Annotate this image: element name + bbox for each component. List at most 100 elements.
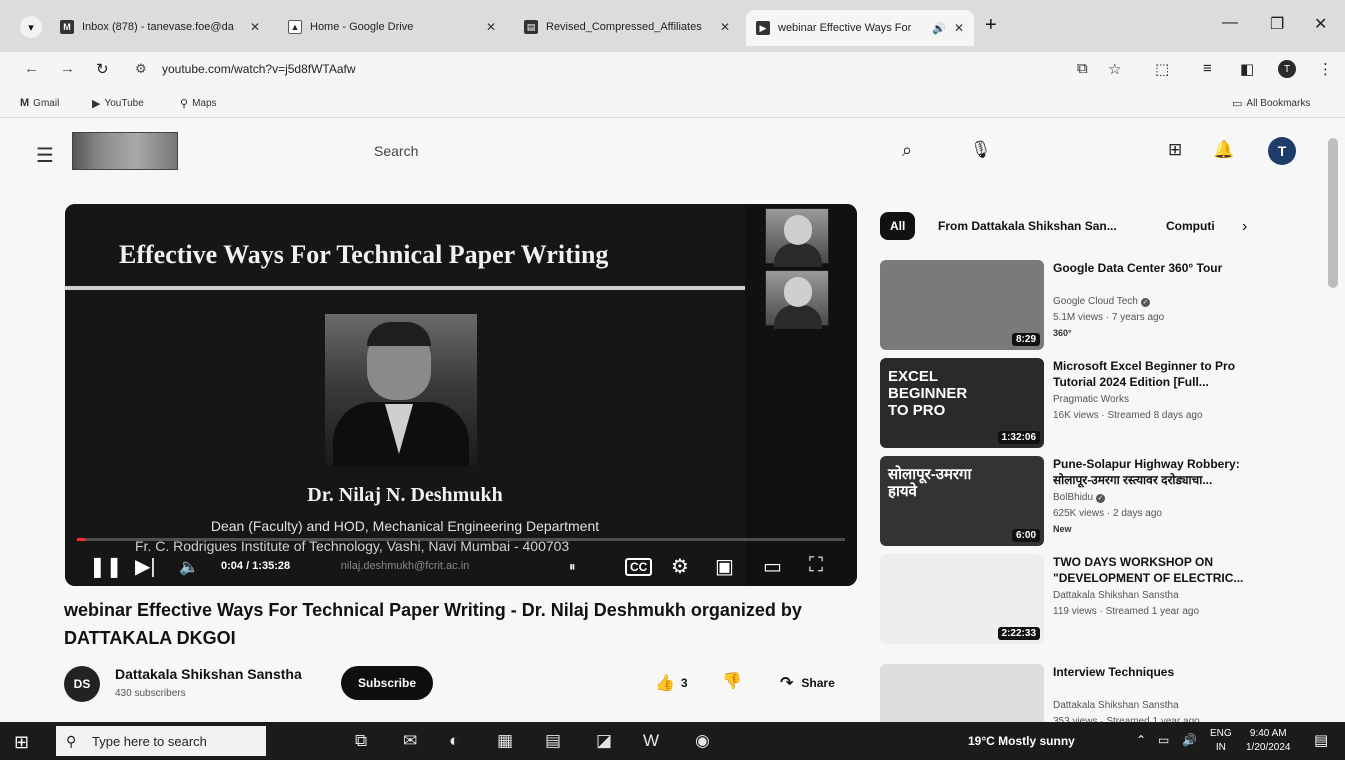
url-field[interactable]: youtube.com/watch?v=j5d8fWTAafw <box>162 62 356 76</box>
channel-avatar[interactable]: DS <box>64 666 100 702</box>
back-arrow-icon[interactable]: ← <box>24 60 39 77</box>
app-icon[interactable]: ◪ <box>596 731 612 751</box>
recommendation-title[interactable]: Google Data Center 360° Tour <box>1053 260 1263 276</box>
theater-mode-icon[interactable]: ▭ <box>763 554 782 579</box>
share-label: Share <box>801 676 835 690</box>
forward-arrow-icon[interactable]: → <box>60 60 75 77</box>
recommendation-item[interactable]: 8:29 Google Data Center 360° Tour Google C… <box>880 260 1330 356</box>
edge-icon[interactable]: ◐ <box>449 731 459 751</box>
tray-chevron-icon[interactable]: ⌃ <box>1136 733 1146 747</box>
recommendation-title[interactable]: Pune-Solapur Highway Robbery: सोलापूर-उम… <box>1053 456 1263 488</box>
create-video-icon[interactable]: ⊞ <box>1168 140 1182 160</box>
recommendation-title[interactable]: Interview Techniques <box>1053 664 1263 680</box>
speaker-icon[interactable]: 🔊 <box>1182 733 1197 747</box>
tab-youtube-active[interactable]: ▶ webinar Effective Ways For 🔊 ✕ <box>746 10 974 46</box>
recommendation-channel[interactable]: Dattakala Shikshan Sanstha <box>1053 700 1179 711</box>
youtube-logo[interactable] <box>72 132 178 170</box>
media-queue-icon[interactable]: ≡ <box>1203 60 1212 77</box>
recommendation-item[interactable]: 2:22:33 TWO DAYS WORKSHOP ON "DEVELOPMENT… <box>880 554 1330 650</box>
video-thumbnail[interactable]: 8:29 <box>880 260 1044 350</box>
bookmark-gmail[interactable]: M Gmail <box>20 97 59 109</box>
task-view-icon[interactable]: ⧉ <box>355 731 367 751</box>
tab-gmail[interactable]: M Inbox (878) - tanevase.foe@da ✕ <box>50 12 270 42</box>
like-button[interactable]: 👍 3 <box>655 673 688 693</box>
weather-widget[interactable]: 19°C Mostly sunny <box>968 734 1075 748</box>
recommendation-badge: New <box>1053 524 1072 534</box>
pause-icon[interactable]: ❚❚ <box>89 554 123 579</box>
gmail-icon: M <box>20 97 30 109</box>
video-thumbnail[interactable]: EXCEL BEGINNER TO PRO 1:32:06 <box>880 358 1044 448</box>
chip-channel[interactable]: From Dattakala Shikshan San... <box>928 212 1127 240</box>
explorer-icon[interactable]: ▤ <box>545 731 561 751</box>
close-icon[interactable]: ✕ <box>250 20 260 34</box>
chrome-icon[interactable]: ◉ <box>695 731 710 751</box>
search-input[interactable]: Search <box>362 136 892 166</box>
menu-kebab-icon[interactable]: ⋮ <box>1318 60 1333 78</box>
close-icon[interactable]: ✕ <box>486 20 496 34</box>
window-close-icon[interactable]: ✕ <box>1314 14 1327 34</box>
search-icon[interactable]: ⌕ <box>902 140 912 161</box>
subscribe-button[interactable]: Subscribe <box>341 666 433 700</box>
captions-icon[interactable]: CC <box>625 558 653 576</box>
new-tab-button[interactable]: + <box>985 14 997 37</box>
channel-name[interactable]: Dattakala Shikshan Sanstha <box>115 666 302 682</box>
site-info-icon[interactable]: ⚙ <box>135 61 147 77</box>
clock[interactable]: 9:40 AM 1/20/2024 <box>1246 727 1291 755</box>
chip-computing[interactable]: Computi <box>1156 212 1225 240</box>
reload-icon[interactable]: ↻ <box>96 60 109 78</box>
recommendation-channel[interactable]: Pragmatic Works <box>1053 394 1129 405</box>
tab-revised-doc[interactable]: ▤ Revised_Compressed_Affiliates ✕ <box>514 12 740 42</box>
chevron-right-icon[interactable]: › <box>1242 218 1247 236</box>
word-icon[interactable]: W <box>643 731 659 751</box>
minimize-icon[interactable]: — <box>1222 14 1238 32</box>
all-bookmarks-label: All Bookmarks <box>1246 98 1311 109</box>
microphone-icon[interactable]: 🎙 <box>970 140 992 160</box>
notification-bell-icon[interactable]: 🔔 <box>1213 140 1234 160</box>
taskbar-search-input[interactable]: Type here to search <box>56 726 266 756</box>
settings-gear-icon[interactable]: ⚙ <box>671 554 689 579</box>
bookmark-youtube[interactable]: ▶ YouTube <box>92 97 144 110</box>
tab-drive[interactable]: ▲ Home - Google Drive ✕ <box>278 12 506 42</box>
thumbs-down-icon[interactable]: 👎 <box>722 671 742 691</box>
next-icon[interactable]: ▶| <box>135 554 156 579</box>
close-icon[interactable]: ✕ <box>954 21 964 35</box>
close-icon[interactable]: ✕ <box>720 20 730 34</box>
miniplayer-icon[interactable]: ▣ <box>715 554 734 579</box>
account-avatar[interactable]: T <box>1268 137 1296 165</box>
network-icon[interactable]: ▭ <box>1158 733 1169 747</box>
extensions-icon[interactable]: ⬚ <box>1155 60 1169 78</box>
video-thumbnail[interactable]: 2:22:33 <box>880 554 1044 644</box>
chip-all[interactable]: All <box>880 212 916 240</box>
recommendation-title[interactable]: Microsoft Excel Beginner to Pro Tutorial… <box>1053 358 1263 390</box>
video-thumbnail[interactable]: सोलापूर-उमरगा हायवे 6:00 <box>880 456 1044 546</box>
profile-avatar[interactable]: T <box>1278 60 1296 78</box>
progress-bar[interactable] <box>77 538 845 541</box>
tab-search-icon[interactable]: ▾ <box>20 16 42 38</box>
hamburger-menu-icon[interactable]: ☰ <box>36 143 54 168</box>
recommendation-channel[interactable]: Dattakala Shikshan Sanstha <box>1053 590 1179 601</box>
mail-icon[interactable]: ✉ <box>403 731 417 751</box>
all-bookmarks[interactable]: ▭ All Bookmarks <box>1232 97 1310 110</box>
recommendation-title[interactable]: TWO DAYS WORKSHOP ON "DEVELOPMENT OF ELE… <box>1053 554 1263 586</box>
slide-divider <box>65 286 745 290</box>
bookmark-maps[interactable]: ⚲ Maps <box>180 97 217 110</box>
speaker-icon[interactable]: 🔊 <box>932 22 946 35</box>
language-indicator[interactable]: ENG IN <box>1210 727 1232 755</box>
notifications-icon[interactable]: ▤ <box>1314 731 1328 749</box>
recommendation-item[interactable]: EXCEL BEGINNER TO PRO 1:32:06 Microsoft Ex… <box>880 358 1330 454</box>
autoplay-toggle[interactable]: ⏸︎ <box>569 559 576 575</box>
recommendation-item[interactable]: सोलापूर-उमरगा हायवे 6:00 Pune-Solapur High… <box>880 456 1330 552</box>
cast-icon[interactable]: ⧉ <box>1077 60 1088 77</box>
volume-icon[interactable]: 🔈 <box>179 557 199 577</box>
store-icon[interactable]: ▦ <box>497 731 513 751</box>
bookmarks-bar: M Gmail ▶ YouTube ⚲ Maps ▭ All Bookmarks <box>0 88 1345 118</box>
restore-icon[interactable]: ❐ <box>1270 14 1284 34</box>
fullscreen-icon[interactable]: ⛶ <box>809 554 823 577</box>
star-icon[interactable]: ☆ <box>1108 60 1121 78</box>
recommendation-channel[interactable]: BolBhidu ✓ <box>1053 492 1106 503</box>
recommendation-channel[interactable]: Google Cloud Tech ✓ <box>1053 296 1150 307</box>
share-button[interactable]: ↷ Share <box>780 673 835 693</box>
video-player[interactable]: Effective Ways For Technical Paper Writi… <box>65 204 857 586</box>
side-panel-icon[interactable]: ◧ <box>1240 60 1254 78</box>
windows-start-icon[interactable]: ⊞ <box>14 732 29 753</box>
